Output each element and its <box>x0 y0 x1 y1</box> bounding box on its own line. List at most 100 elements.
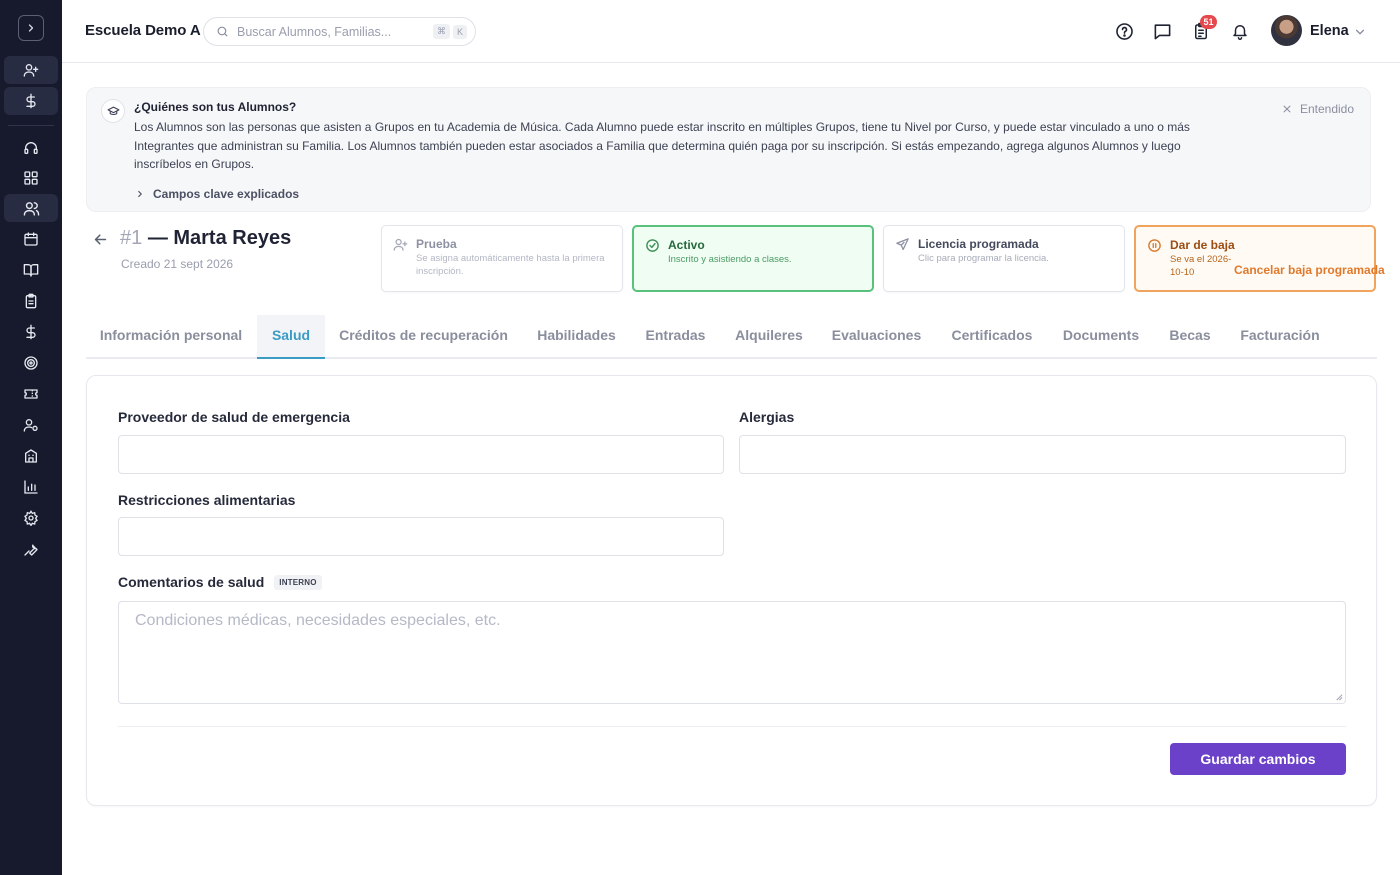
graduation-cap-icon <box>101 99 125 123</box>
sidebar-item-settings[interactable] <box>4 504 58 532</box>
sidebar-item-add-student[interactable] <box>4 56 58 84</box>
health-comments-label: Comentarios de salud <box>118 574 265 590</box>
health-comments-placeholder: Condiciones médicas, necesidades especia… <box>135 612 501 629</box>
messages-button[interactable] <box>1151 20 1173 42</box>
tab-certificates[interactable]: Certificados <box>936 315 1048 357</box>
tab-rentals[interactable]: Alquileres <box>720 315 818 357</box>
target-icon <box>24 356 38 370</box>
users-icon <box>23 201 39 216</box>
notifications-button[interactable] <box>1229 20 1251 42</box>
sidebar-item-goals[interactable] <box>4 349 58 377</box>
resize-grip-icon[interactable] <box>1334 692 1343 701</box>
school-name: Escuela Demo A <box>85 22 201 39</box>
plane-icon <box>896 238 909 251</box>
info-banner: ¿Quiénes son tus Alumnos? Los Alumnos so… <box>86 87 1371 212</box>
status-title: Dar de baja <box>1170 238 1235 252</box>
banner-dismiss-label: Entendido <box>1299 102 1354 116</box>
search-icon <box>217 26 228 37</box>
status-card-active[interactable]: Activo Inscrito y asistiendo a clases. <box>632 225 874 292</box>
tab-makeup-credits[interactable]: Créditos de recuperación <box>326 315 521 357</box>
sidebar-item-attendance[interactable] <box>4 287 58 315</box>
help-circle-icon <box>1115 22 1133 40</box>
tab-billing[interactable]: Facturación <box>1228 315 1332 357</box>
sidebar-item-dashboard[interactable] <box>4 164 58 192</box>
sidebar-item-billing[interactable] <box>4 318 58 346</box>
dietary-restrictions-input[interactable] <box>118 517 724 556</box>
close-icon <box>1283 105 1291 113</box>
dollar-icon <box>26 324 36 340</box>
sidebar-item-payments[interactable] <box>4 87 58 115</box>
global-search[interactable]: Buscar Alumnos, Familias... ⌘ K <box>203 17 476 46</box>
status-card-withdraw[interactable]: Dar de baja Se va el 2026-10-10 Cancelar… <box>1134 225 1385 292</box>
banner-text: Los Alumnos son las personas que asisten… <box>134 120 1190 171</box>
status-title: Licencia programada <box>918 237 1039 251</box>
sidebar-item-support[interactable] <box>4 134 58 162</box>
sidebar <box>0 0 62 875</box>
back-button[interactable] <box>92 231 109 248</box>
health-form: Proveedor de salud de emergencia Alergia… <box>86 375 1377 806</box>
sidebar-item-calendar[interactable] <box>4 225 58 253</box>
calendar-icon <box>24 232 38 246</box>
top-header: Escuela Demo A Buscar Alumnos, Familias.… <box>62 0 1400 63</box>
tab-scholarships[interactable]: Becas <box>1154 315 1226 357</box>
health-comments-textarea[interactable]: Condiciones médicas, necesidades especia… <box>118 601 1346 704</box>
status-card-trial[interactable]: Prueba Se asigna automáticamente hasta l… <box>381 225 623 292</box>
chevron-right-icon <box>28 24 34 32</box>
student-number: #1 <box>120 227 143 249</box>
profile-tabs: Información personal Salud Créditos de r… <box>86 315 1377 359</box>
emergency-provider-label: Proveedor de salud de emergencia <box>118 409 350 425</box>
status-description: Se va el 2026-10-10 <box>1170 254 1232 278</box>
banner-dismiss-button[interactable]: Entendido <box>1282 102 1354 116</box>
status-title: Activo <box>668 238 705 252</box>
shortcut-key-k: K <box>452 24 467 39</box>
student-title: #1 — Marta Reyes <box>120 227 291 250</box>
sidebar-item-staff[interactable] <box>4 411 58 439</box>
emergency-provider-input[interactable] <box>118 435 724 474</box>
cancel-withdrawal-link[interactable]: Cancelar baja programada <box>1234 263 1385 277</box>
banner-title: ¿Quiénes son tus Alumnos? <box>134 100 297 114</box>
sidebar-item-tickets[interactable] <box>4 380 58 408</box>
status-card-leave[interactable]: Licencia programada Clic para programar … <box>883 225 1125 292</box>
help-button[interactable] <box>1113 20 1135 42</box>
message-square-icon <box>1154 23 1170 39</box>
grid-icon <box>24 171 38 185</box>
sidebar-item-courses[interactable] <box>4 256 58 284</box>
student-name: — Marta Reyes <box>147 227 292 249</box>
user-settings-icon <box>23 419 38 432</box>
sidebar-item-locations[interactable] <box>4 442 58 470</box>
headset-icon <box>24 142 38 154</box>
sidebar-item-reports[interactable] <box>4 473 58 501</box>
sidebar-item-tools[interactable] <box>4 535 58 563</box>
user-plus-icon <box>23 63 39 77</box>
building-icon <box>25 449 37 463</box>
key-fields-label: Campos clave explicados <box>153 187 300 201</box>
user-name[interactable]: Elena <box>1310 23 1349 39</box>
tab-personal-info[interactable]: Información personal <box>86 315 256 357</box>
wrench-icon <box>24 544 38 556</box>
allergies-input[interactable] <box>739 435 1346 474</box>
tab-tickets[interactable]: Entradas <box>632 315 719 357</box>
save-changes-button[interactable]: Guardar cambios <box>1170 743 1346 775</box>
sidebar-item-students[interactable] <box>4 194 58 222</box>
created-date: Creado 21 sept 2026 <box>121 257 234 271</box>
ticket-icon <box>24 389 38 399</box>
bar-chart-icon <box>24 480 38 494</box>
clipboard-icon <box>25 293 37 309</box>
sidebar-toggle-button[interactable] <box>18 15 44 41</box>
sidebar-divider <box>8 125 54 126</box>
tab-documents[interactable]: Documents <box>1050 315 1152 357</box>
user-menu-toggle[interactable] <box>1353 25 1367 39</box>
book-icon <box>23 264 39 277</box>
dollar-icon <box>26 93 36 109</box>
avatar[interactable] <box>1271 15 1302 46</box>
status-description: Inscrito y asistiendo a clases. <box>668 254 792 265</box>
tasks-count-badge: 51 <box>1200 15 1217 29</box>
pause-circle-icon <box>1148 239 1161 252</box>
key-fields-expander[interactable]: Campos clave explicados <box>135 187 299 201</box>
user-plus-icon <box>393 238 408 251</box>
tab-skills[interactable]: Habilidades <box>523 315 630 357</box>
status-description: Clic para programar la licencia. <box>918 253 1049 264</box>
tab-health[interactable]: Salud <box>257 315 325 359</box>
tab-evaluations[interactable]: Evaluaciones <box>819 315 934 357</box>
shortcut-key-cmd: ⌘ <box>432 24 450 39</box>
